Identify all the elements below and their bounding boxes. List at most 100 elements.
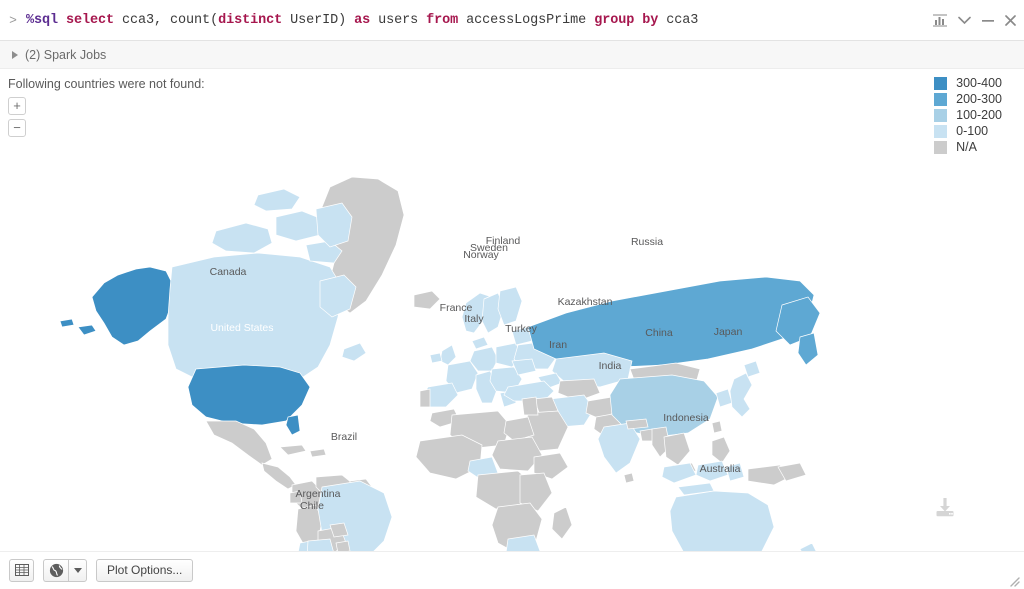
country-shape[interactable] xyxy=(551,506,573,540)
bar-chart-icon[interactable] xyxy=(933,14,947,27)
legend-label: 300-400 xyxy=(956,76,1002,90)
country-shape[interactable] xyxy=(261,462,297,490)
legend-row[interactable]: 100-200 xyxy=(934,108,1002,122)
country-shape[interactable] xyxy=(695,460,729,482)
close-icon[interactable] xyxy=(1005,15,1016,26)
country-shape[interactable] xyxy=(335,540,351,551)
country-shape[interactable] xyxy=(419,388,431,408)
country-shape[interactable] xyxy=(799,542,822,551)
cell-action-icons xyxy=(933,0,1016,41)
country-label: Sweden xyxy=(470,242,508,254)
code-token: distinct xyxy=(218,12,283,28)
legend-label: 200-300 xyxy=(956,92,1002,106)
countries-not-found-message: Following countries were not found: xyxy=(8,77,205,91)
minimize-icon[interactable] xyxy=(982,16,994,25)
resize-handle[interactable] xyxy=(1008,574,1020,587)
notebook-cell-result: > %sql select cca3, count(distinct UserI… xyxy=(0,0,1024,589)
country-label: Finland xyxy=(486,235,521,247)
caret-down-icon xyxy=(73,567,82,573)
code-token: %sql xyxy=(26,12,59,28)
zoom-out-button[interactable]: − xyxy=(8,119,26,137)
country-shape[interactable] xyxy=(315,202,353,248)
country-shape[interactable] xyxy=(285,414,301,436)
legend-label: 0-100 xyxy=(956,124,989,138)
globe-chart-button[interactable] xyxy=(43,558,68,582)
chart-type-group xyxy=(43,558,87,582)
spark-jobs-label: (2) Spark Jobs xyxy=(25,47,107,62)
download-icon[interactable] xyxy=(934,496,956,523)
code-token: group xyxy=(594,12,635,28)
code-token: as xyxy=(354,12,371,28)
legend-swatch xyxy=(934,92,948,106)
legend-label: 100-200 xyxy=(956,108,1002,122)
country-shape[interactable] xyxy=(625,418,649,430)
country-shape[interactable] xyxy=(59,318,97,336)
country-shape[interactable] xyxy=(309,448,327,458)
country-shape[interactable] xyxy=(289,490,303,504)
country-shape[interactable] xyxy=(429,352,443,364)
spark-jobs-toggle[interactable]: (2) Spark Jobs xyxy=(0,41,1024,69)
country-label: Russia xyxy=(631,236,663,248)
country-shape[interactable] xyxy=(439,344,457,366)
country-shape[interactable] xyxy=(167,252,343,384)
legend-swatch xyxy=(934,124,948,138)
legend-row[interactable]: N/A xyxy=(934,140,1002,154)
map-legend: 300-400 200-300 100-200 0-100 N/A xyxy=(934,76,1002,154)
country-label: Norway xyxy=(463,249,499,261)
chevron-down-icon[interactable] xyxy=(958,16,971,25)
country-shape[interactable] xyxy=(211,222,273,254)
country-shape[interactable] xyxy=(725,462,745,482)
country-shape[interactable] xyxy=(663,432,691,466)
country-shape[interactable] xyxy=(205,420,273,466)
chart-type-dropdown-button[interactable] xyxy=(68,558,87,582)
legend-row[interactable]: 300-400 xyxy=(934,76,1002,90)
legend-row[interactable]: 200-300 xyxy=(934,92,1002,106)
code-token: accessLogsPrime xyxy=(458,12,595,28)
plot-toolbar: Plot Options... xyxy=(0,551,1024,588)
country-shape[interactable] xyxy=(253,188,301,212)
country-shape[interactable] xyxy=(279,444,307,456)
prompt-chevron: > xyxy=(9,12,17,28)
world-choropleth-map[interactable]: Canada United States Brazil Argentina Chile N… xyxy=(0,69,1024,551)
country-shape[interactable] xyxy=(471,336,489,350)
country-shape[interactable] xyxy=(661,462,697,484)
country-shape[interactable] xyxy=(527,276,815,368)
plot-options-button[interactable]: Plot Options... xyxy=(96,558,194,582)
code-token: users xyxy=(370,12,427,28)
country-shape[interactable] xyxy=(797,332,819,366)
country-shape[interactable] xyxy=(729,372,753,418)
country-shape[interactable] xyxy=(711,436,731,464)
country-shape[interactable] xyxy=(715,388,733,408)
map-result-area: Canada United States Brazil Argentina Chile N… xyxy=(0,69,1024,551)
code-token: UserID) xyxy=(282,12,355,28)
legend-swatch xyxy=(934,140,948,154)
map-svg: CanadaUnited StatesBrazilArgentinaChileN… xyxy=(59,176,822,551)
legend-row[interactable]: 0-100 xyxy=(934,124,1002,138)
country-shape[interactable] xyxy=(91,266,173,346)
table-view-button[interactable] xyxy=(9,558,34,582)
code-token: select xyxy=(66,12,115,28)
command-bar: > %sql select cca3, count(distinct UserI… xyxy=(0,0,1024,41)
country-shape[interactable] xyxy=(521,396,539,416)
disclosure-triangle-icon xyxy=(12,50,18,59)
country-shape[interactable] xyxy=(413,290,441,310)
code-token: cca3 xyxy=(658,12,699,28)
legend-swatch xyxy=(934,108,948,122)
country-shape[interactable] xyxy=(711,420,723,434)
country-shape[interactable] xyxy=(597,422,641,474)
legend-label: N/A xyxy=(956,140,977,154)
map-zoom-controls: + − xyxy=(8,97,26,137)
country-label: Brazil xyxy=(331,431,357,443)
country-shape[interactable] xyxy=(623,472,635,484)
country-shape[interactable] xyxy=(669,490,775,551)
sql-code-line[interactable]: %sql select cca3, count(distinct UserID)… xyxy=(26,13,698,28)
country-shape[interactable] xyxy=(275,210,323,242)
code-token: by xyxy=(642,12,659,28)
zoom-in-button[interactable]: + xyxy=(8,97,26,115)
country-shape[interactable] xyxy=(497,286,523,326)
legend-swatch xyxy=(934,76,948,90)
country-shape[interactable] xyxy=(341,342,367,362)
code-token: cca3, count( xyxy=(114,12,219,28)
code-token: from xyxy=(426,12,459,28)
